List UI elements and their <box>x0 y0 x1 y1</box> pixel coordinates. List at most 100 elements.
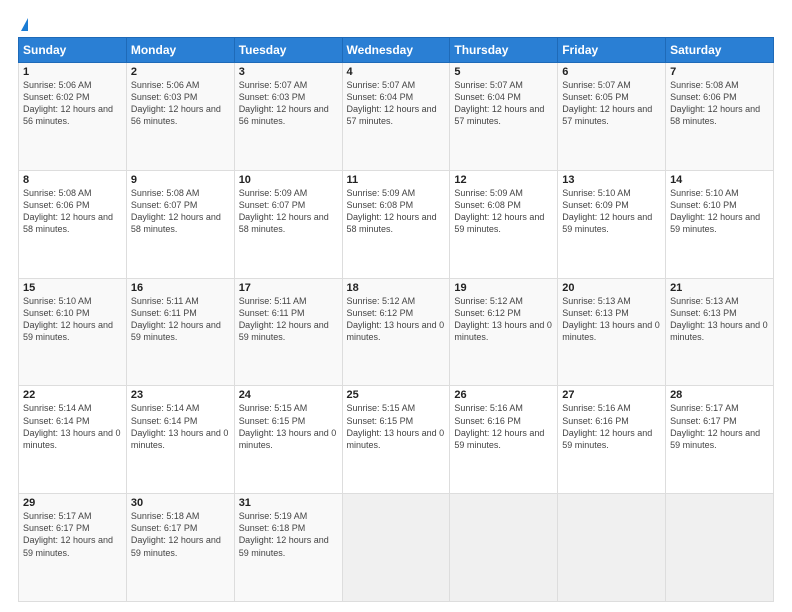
calendar-cell <box>450 494 558 602</box>
calendar-cell: 17Sunrise: 5:11 AMSunset: 6:11 PMDayligh… <box>234 278 342 386</box>
day-info: Sunrise: 5:09 AMSunset: 6:08 PMDaylight:… <box>454 187 553 236</box>
calendar-cell <box>666 494 774 602</box>
day-info: Sunrise: 5:06 AMSunset: 6:03 PMDaylight:… <box>131 79 230 128</box>
day-number: 29 <box>23 497 122 509</box>
calendar-cell <box>342 494 450 602</box>
day-info: Sunrise: 5:08 AMSunset: 6:06 PMDaylight:… <box>670 79 769 128</box>
day-number: 19 <box>454 282 553 294</box>
calendar-cell: 29Sunrise: 5:17 AMSunset: 6:17 PMDayligh… <box>19 494 127 602</box>
calendar-cell: 11Sunrise: 5:09 AMSunset: 6:08 PMDayligh… <box>342 170 450 278</box>
day-number: 20 <box>562 282 661 294</box>
header <box>18 18 774 29</box>
calendar-week-row: 15Sunrise: 5:10 AMSunset: 6:10 PMDayligh… <box>19 278 774 386</box>
day-number: 6 <box>562 66 661 78</box>
day-info: Sunrise: 5:08 AMSunset: 6:06 PMDaylight:… <box>23 187 122 236</box>
day-number: 18 <box>347 282 446 294</box>
day-info: Sunrise: 5:10 AMSunset: 6:09 PMDaylight:… <box>562 187 661 236</box>
day-info: Sunrise: 5:12 AMSunset: 6:12 PMDaylight:… <box>454 295 553 344</box>
col-wednesday: Wednesday <box>342 38 450 63</box>
day-info: Sunrise: 5:16 AMSunset: 6:16 PMDaylight:… <box>454 402 553 451</box>
calendar-cell: 15Sunrise: 5:10 AMSunset: 6:10 PMDayligh… <box>19 278 127 386</box>
day-info: Sunrise: 5:16 AMSunset: 6:16 PMDaylight:… <box>562 402 661 451</box>
day-number: 15 <box>23 282 122 294</box>
logo-triangle-icon <box>21 18 28 31</box>
calendar-cell: 14Sunrise: 5:10 AMSunset: 6:10 PMDayligh… <box>666 170 774 278</box>
day-number: 30 <box>131 497 230 509</box>
day-number: 5 <box>454 66 553 78</box>
day-number: 26 <box>454 389 553 401</box>
col-sunday: Sunday <box>19 38 127 63</box>
logo <box>18 18 28 29</box>
calendar-cell: 8Sunrise: 5:08 AMSunset: 6:06 PMDaylight… <box>19 170 127 278</box>
calendar-cell: 13Sunrise: 5:10 AMSunset: 6:09 PMDayligh… <box>558 170 666 278</box>
calendar-cell: 16Sunrise: 5:11 AMSunset: 6:11 PMDayligh… <box>126 278 234 386</box>
calendar-cell: 28Sunrise: 5:17 AMSunset: 6:17 PMDayligh… <box>666 386 774 494</box>
col-monday: Monday <box>126 38 234 63</box>
day-info: Sunrise: 5:18 AMSunset: 6:17 PMDaylight:… <box>131 510 230 559</box>
calendar-cell: 21Sunrise: 5:13 AMSunset: 6:13 PMDayligh… <box>666 278 774 386</box>
day-number: 27 <box>562 389 661 401</box>
day-number: 9 <box>131 174 230 186</box>
calendar-week-row: 29Sunrise: 5:17 AMSunset: 6:17 PMDayligh… <box>19 494 774 602</box>
day-number: 3 <box>239 66 338 78</box>
calendar-cell: 18Sunrise: 5:12 AMSunset: 6:12 PMDayligh… <box>342 278 450 386</box>
calendar-cell: 6Sunrise: 5:07 AMSunset: 6:05 PMDaylight… <box>558 63 666 171</box>
day-info: Sunrise: 5:10 AMSunset: 6:10 PMDaylight:… <box>23 295 122 344</box>
calendar-cell: 22Sunrise: 5:14 AMSunset: 6:14 PMDayligh… <box>19 386 127 494</box>
calendar-week-row: 1Sunrise: 5:06 AMSunset: 6:02 PMDaylight… <box>19 63 774 171</box>
calendar-cell: 9Sunrise: 5:08 AMSunset: 6:07 PMDaylight… <box>126 170 234 278</box>
day-info: Sunrise: 5:14 AMSunset: 6:14 PMDaylight:… <box>131 402 230 451</box>
day-number: 14 <box>670 174 769 186</box>
day-number: 10 <box>239 174 338 186</box>
day-number: 23 <box>131 389 230 401</box>
day-info: Sunrise: 5:12 AMSunset: 6:12 PMDaylight:… <box>347 295 446 344</box>
calendar-cell: 2Sunrise: 5:06 AMSunset: 6:03 PMDaylight… <box>126 63 234 171</box>
col-friday: Friday <box>558 38 666 63</box>
day-number: 1 <box>23 66 122 78</box>
calendar-cell: 3Sunrise: 5:07 AMSunset: 6:03 PMDaylight… <box>234 63 342 171</box>
day-number: 11 <box>347 174 446 186</box>
day-info: Sunrise: 5:06 AMSunset: 6:02 PMDaylight:… <box>23 79 122 128</box>
calendar-header-row: Sunday Monday Tuesday Wednesday Thursday… <box>19 38 774 63</box>
calendar-week-row: 22Sunrise: 5:14 AMSunset: 6:14 PMDayligh… <box>19 386 774 494</box>
calendar-cell: 31Sunrise: 5:19 AMSunset: 6:18 PMDayligh… <box>234 494 342 602</box>
day-number: 13 <box>562 174 661 186</box>
col-tuesday: Tuesday <box>234 38 342 63</box>
day-info: Sunrise: 5:07 AMSunset: 6:03 PMDaylight:… <box>239 79 338 128</box>
day-number: 2 <box>131 66 230 78</box>
calendar-cell: 4Sunrise: 5:07 AMSunset: 6:04 PMDaylight… <box>342 63 450 171</box>
day-info: Sunrise: 5:15 AMSunset: 6:15 PMDaylight:… <box>239 402 338 451</box>
col-saturday: Saturday <box>666 38 774 63</box>
calendar-cell: 12Sunrise: 5:09 AMSunset: 6:08 PMDayligh… <box>450 170 558 278</box>
day-number: 31 <box>239 497 338 509</box>
calendar-cell: 26Sunrise: 5:16 AMSunset: 6:16 PMDayligh… <box>450 386 558 494</box>
day-number: 17 <box>239 282 338 294</box>
col-thursday: Thursday <box>450 38 558 63</box>
calendar-cell: 20Sunrise: 5:13 AMSunset: 6:13 PMDayligh… <box>558 278 666 386</box>
calendar-cell <box>558 494 666 602</box>
day-info: Sunrise: 5:07 AMSunset: 6:04 PMDaylight:… <box>347 79 446 128</box>
calendar-cell: 27Sunrise: 5:16 AMSunset: 6:16 PMDayligh… <box>558 386 666 494</box>
day-number: 4 <box>347 66 446 78</box>
calendar-cell: 25Sunrise: 5:15 AMSunset: 6:15 PMDayligh… <box>342 386 450 494</box>
day-info: Sunrise: 5:14 AMSunset: 6:14 PMDaylight:… <box>23 402 122 451</box>
day-info: Sunrise: 5:13 AMSunset: 6:13 PMDaylight:… <box>670 295 769 344</box>
day-number: 7 <box>670 66 769 78</box>
day-info: Sunrise: 5:11 AMSunset: 6:11 PMDaylight:… <box>131 295 230 344</box>
calendar-cell: 19Sunrise: 5:12 AMSunset: 6:12 PMDayligh… <box>450 278 558 386</box>
day-info: Sunrise: 5:17 AMSunset: 6:17 PMDaylight:… <box>23 510 122 559</box>
calendar-cell: 7Sunrise: 5:08 AMSunset: 6:06 PMDaylight… <box>666 63 774 171</box>
day-number: 16 <box>131 282 230 294</box>
calendar-week-row: 8Sunrise: 5:08 AMSunset: 6:06 PMDaylight… <box>19 170 774 278</box>
day-info: Sunrise: 5:09 AMSunset: 6:08 PMDaylight:… <box>347 187 446 236</box>
day-number: 22 <box>23 389 122 401</box>
day-info: Sunrise: 5:08 AMSunset: 6:07 PMDaylight:… <box>131 187 230 236</box>
day-info: Sunrise: 5:11 AMSunset: 6:11 PMDaylight:… <box>239 295 338 344</box>
day-number: 21 <box>670 282 769 294</box>
day-number: 8 <box>23 174 122 186</box>
day-number: 12 <box>454 174 553 186</box>
day-info: Sunrise: 5:07 AMSunset: 6:04 PMDaylight:… <box>454 79 553 128</box>
calendar-cell: 24Sunrise: 5:15 AMSunset: 6:15 PMDayligh… <box>234 386 342 494</box>
day-info: Sunrise: 5:15 AMSunset: 6:15 PMDaylight:… <box>347 402 446 451</box>
calendar-cell: 5Sunrise: 5:07 AMSunset: 6:04 PMDaylight… <box>450 63 558 171</box>
